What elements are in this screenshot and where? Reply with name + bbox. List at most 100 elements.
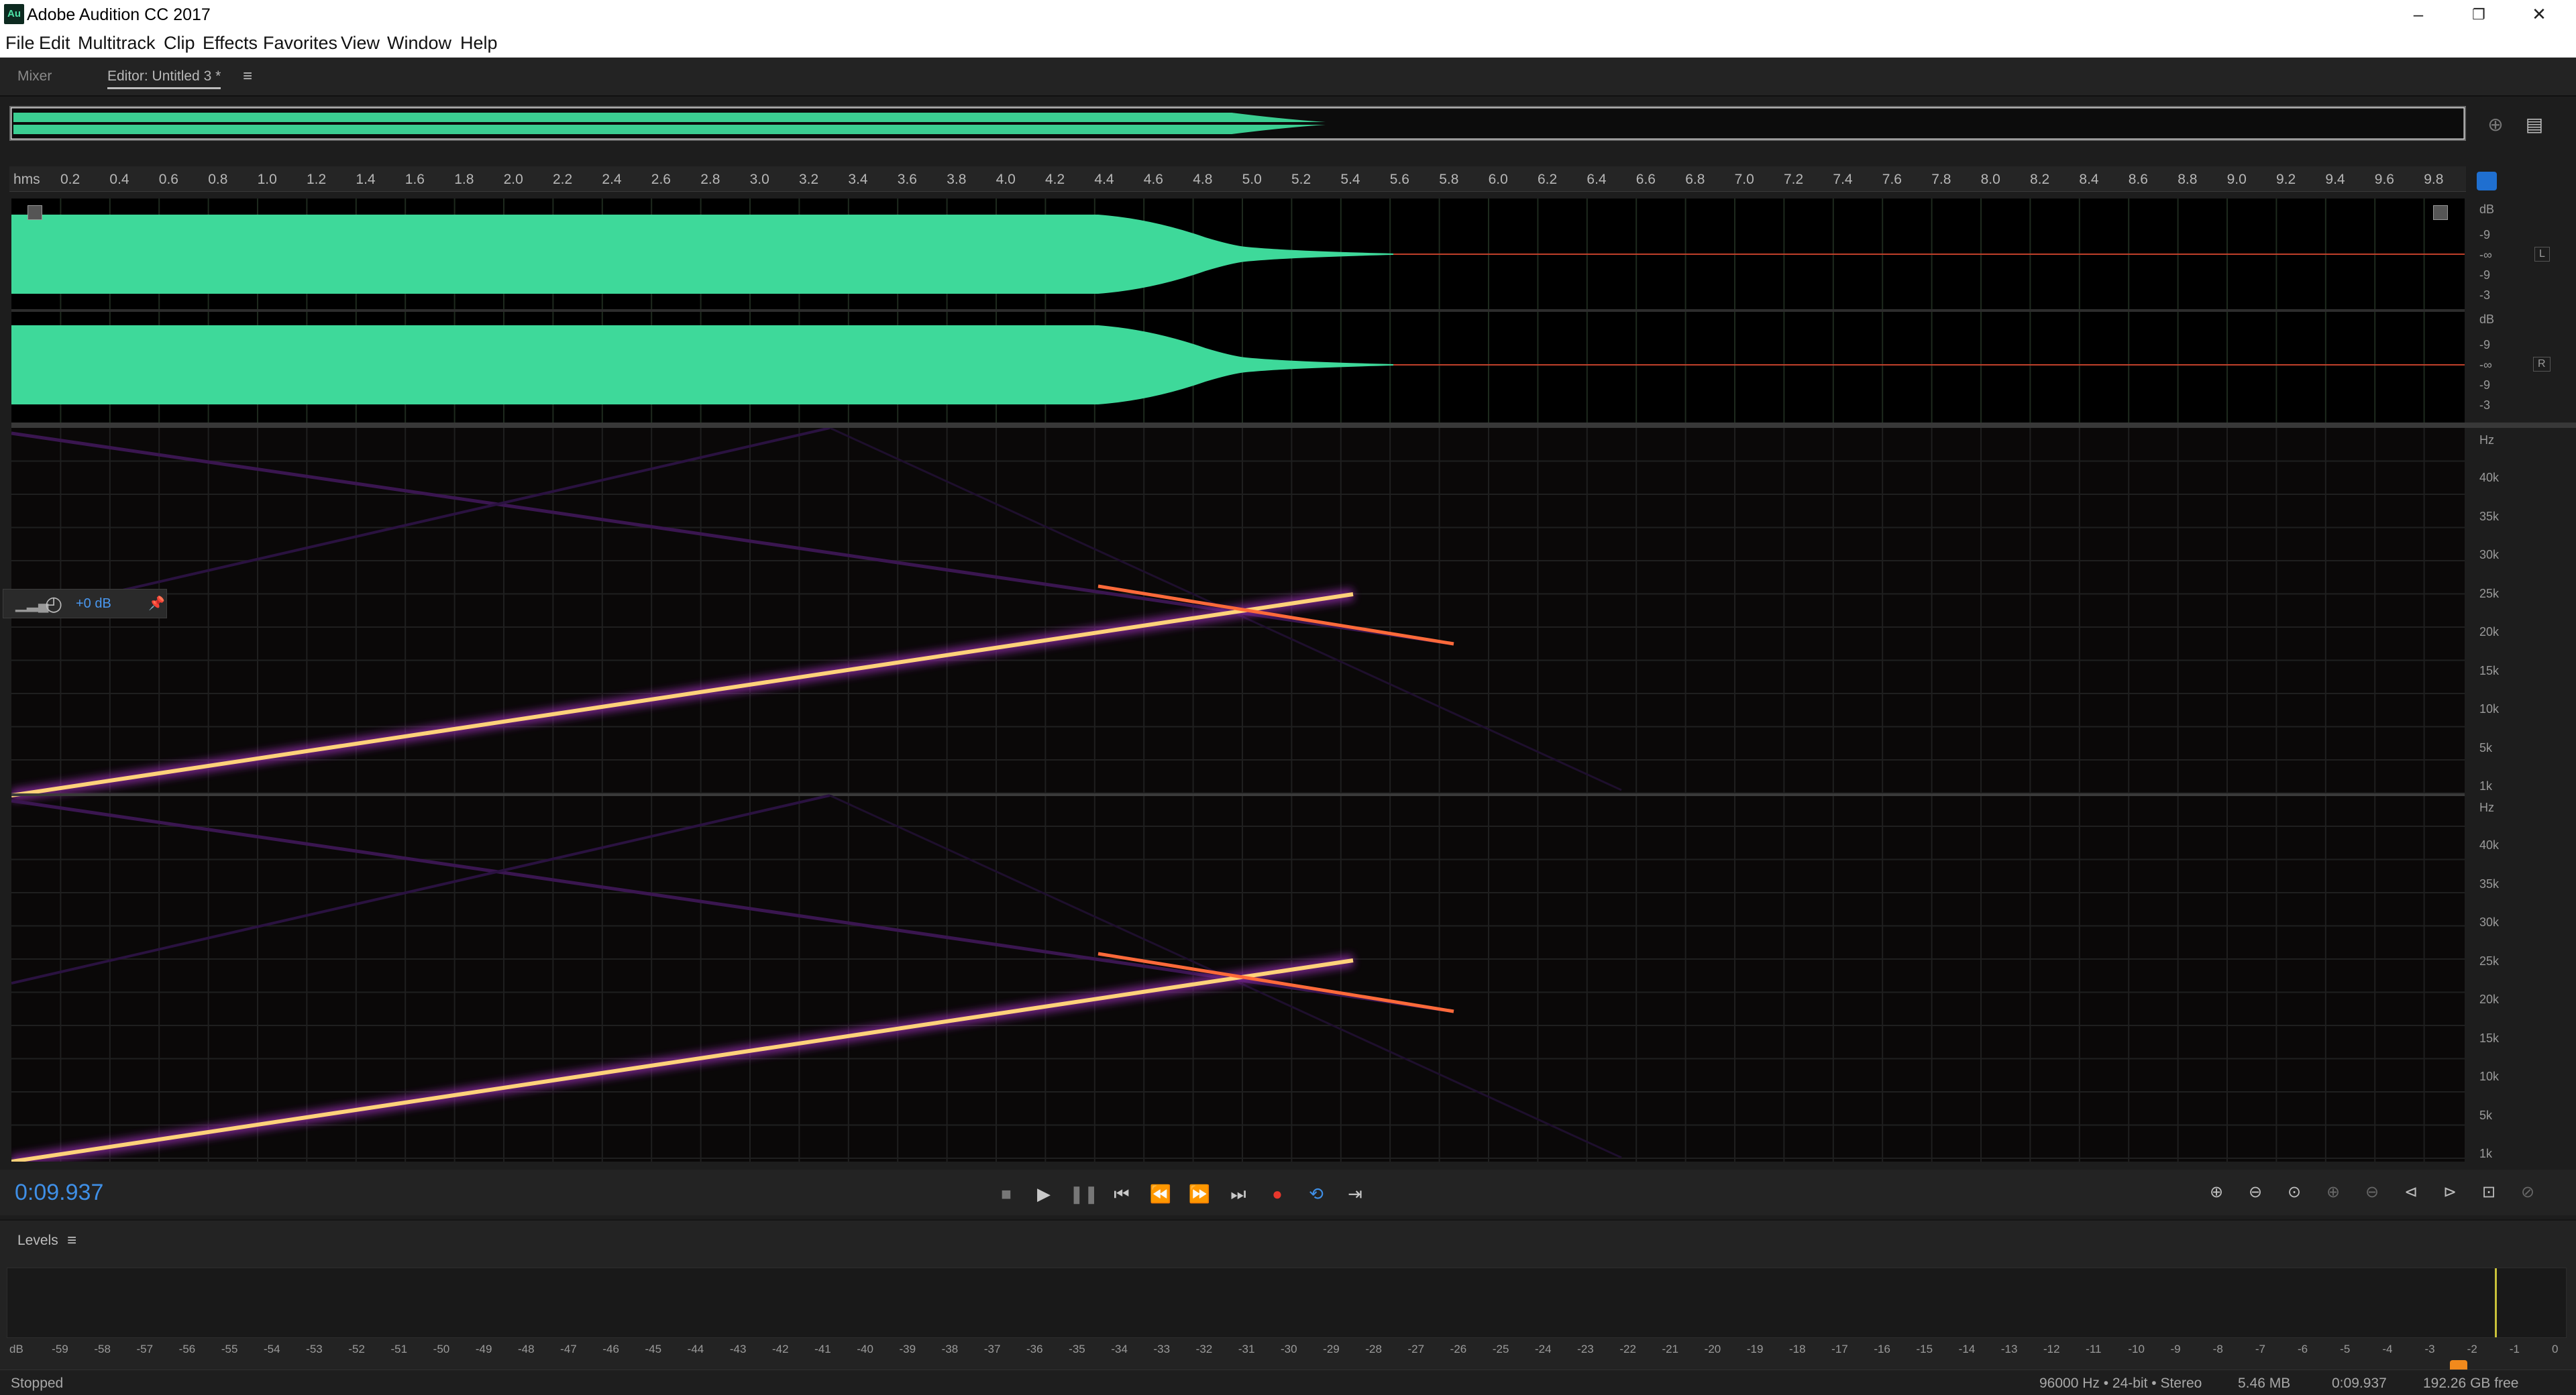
zoom-reset-icon[interactable]: ⊙ <box>2278 1179 2310 1206</box>
level-scale-label: 0 <box>2552 1343 2559 1355</box>
play-icon[interactable]: ▶ <box>1030 1180 1057 1207</box>
menu-view[interactable]: View <box>341 32 380 54</box>
next-icon[interactable]: ⏭ <box>1225 1180 1252 1207</box>
menu-window[interactable]: Window <box>387 32 451 54</box>
ruler-tick-label: 6.8 <box>1685 172 1705 187</box>
ruler-tick-label: 0.4 <box>109 172 129 187</box>
ruler-tick-label: 7.0 <box>1734 172 1754 187</box>
menu-help[interactable]: Help <box>460 32 498 54</box>
level-scale-label: -55 <box>221 1343 238 1355</box>
pin-icon[interactable]: 📌 <box>148 595 165 612</box>
pause-icon[interactable]: ❚❚ <box>1069 1180 1099 1207</box>
left-channel-toggle[interactable]: L <box>2534 247 2550 262</box>
db-unit-bottom: dB <box>2479 313 2495 326</box>
ruler-tick-label: 6.0 <box>1488 172 1508 187</box>
tab-mixer[interactable]: Mixer <box>17 66 52 87</box>
skip-selection-icon[interactable]: ⇥ <box>1342 1180 1368 1207</box>
ruler-tick-label: 3.6 <box>897 172 917 187</box>
panel-options-icon[interactable]: ▤ <box>2521 111 2548 138</box>
ruler-tick-label: 6.6 <box>1635 172 1656 187</box>
level-scale-label: -50 <box>433 1343 450 1355</box>
zoom-out-time-icon[interactable]: ⊖ <box>2356 1179 2388 1206</box>
level-scale-label: -11 <box>2086 1343 2102 1355</box>
zoom-out-amplitude-icon[interactable]: ⊖ <box>2239 1179 2271 1206</box>
level-scale-label: -56 <box>178 1343 196 1355</box>
zoom-overview-icon[interactable]: ⊕ <box>2482 111 2509 138</box>
menu-edit[interactable]: Edit <box>39 32 70 54</box>
level-scale-label: -9 <box>2170 1343 2181 1355</box>
maximize-button[interactable]: ❐ <box>2449 0 2509 29</box>
levels-title: Levels <box>17 1233 58 1248</box>
stop-icon[interactable]: ■ <box>993 1180 1020 1207</box>
ruler-tick-label: 1.6 <box>405 172 425 187</box>
ruler-tick-label: 2.4 <box>602 172 622 187</box>
tab-editor[interactable]: Editor: Untitled 3 * <box>107 66 221 89</box>
menu-file[interactable]: File <box>5 32 35 54</box>
menu-effects[interactable]: Effects <box>203 32 258 54</box>
level-scale-label: -2 <box>2467 1343 2477 1355</box>
fast-forward-icon[interactable]: ⏩ <box>1186 1180 1213 1207</box>
db-label: -9 <box>2479 378 2491 392</box>
amplitude-scale[interactable]: dB -9 -∞ -9 -3 L dB -9 -∞ -9 -3 R <box>2466 199 2576 423</box>
window-title: Adobe Audition CC 2017 <box>27 5 211 24</box>
level-scale-label: -17 <box>1831 1343 1848 1355</box>
rewind-icon[interactable]: ⏪ <box>1147 1180 1174 1207</box>
previous-icon[interactable]: ⏮ <box>1108 1180 1135 1207</box>
level-scale-label: -34 <box>1111 1343 1128 1355</box>
overview-waveform <box>11 107 2465 140</box>
levels-menu-icon[interactable]: ≡ <box>67 1231 76 1250</box>
meter-icon: ▁▂▄ <box>15 595 49 612</box>
lock-time-icon[interactable] <box>2477 172 2497 190</box>
loop-icon[interactable]: ⟲ <box>1303 1180 1330 1207</box>
volume-knob-icon[interactable]: ◴ <box>45 592 62 616</box>
hz-label: 5k <box>2479 740 2493 755</box>
level-scale-label: -57 <box>136 1343 154 1355</box>
gain-value[interactable]: +0 dB <box>76 596 111 612</box>
fade-out-handle[interactable] <box>2433 205 2448 220</box>
db-label: -9 <box>2479 338 2491 351</box>
ruler-tick-label: 8.4 <box>2079 172 2099 187</box>
level-meter <box>7 1268 2567 1338</box>
hz-label: 1k <box>2479 1147 2493 1160</box>
level-scale-label: dB <box>9 1343 23 1355</box>
level-scale-label: -52 <box>348 1343 365 1355</box>
peak-indicator <box>2495 1268 2497 1337</box>
gain-hud[interactable]: ▁▂▄ ◴ +0 dB 📌 <box>3 589 167 618</box>
right-channel-toggle[interactable]: R <box>2533 357 2551 372</box>
hz-label: 20k <box>2479 993 2500 1006</box>
minimize-button[interactable]: – <box>2388 0 2449 29</box>
zoom-out-full-icon[interactable]: ⊘ <box>2512 1179 2544 1206</box>
zoom-in-amplitude-icon[interactable]: ⊕ <box>2200 1179 2233 1206</box>
record-icon[interactable]: ● <box>1264 1180 1291 1207</box>
status-bar: Stopped 96000 Hz • 24-bit • Stereo 5.46 … <box>0 1370 2576 1395</box>
zoom-in-time-icon[interactable]: ⊕ <box>2317 1179 2349 1206</box>
ruler-tick-label: 8.0 <box>1980 172 2000 187</box>
ruler-tick-label: 5.8 <box>1439 172 1459 187</box>
level-scale-label: -47 <box>560 1343 577 1355</box>
level-scale-label: -45 <box>645 1343 662 1355</box>
fade-in-handle[interactable] <box>28 205 42 220</box>
audio-format: 96000 Hz • 24-bit • Stereo <box>2039 1376 2202 1391</box>
waveform-overview[interactable] <box>9 106 2466 141</box>
menu-multitrack[interactable]: Multitrack <box>78 32 156 54</box>
close-button[interactable]: ✕ <box>2509 0 2569 29</box>
view-splitter[interactable] <box>11 423 2576 428</box>
spectral-frequency-display[interactable] <box>10 427 2474 1168</box>
menu-clip[interactable]: Clip <box>164 32 195 54</box>
current-time[interactable]: 0:09.937 <box>15 1178 103 1207</box>
time-ruler[interactable]: hms 0.2 0.4 0.6 0.8 1.0 1.2 1.4 1.6 1.8 2.0 2.2 2.4… <box>9 166 2466 192</box>
level-scale-label: -24 <box>1535 1343 1552 1355</box>
hz-label: 5k <box>2479 1108 2493 1122</box>
spectrum-upper <box>10 427 1622 801</box>
level-scale-label: -59 <box>52 1343 68 1355</box>
panel-menu-icon[interactable]: ≡ <box>243 66 252 87</box>
ruler-tick-label: 6.4 <box>1587 172 1607 187</box>
zoom-selection-icon[interactable]: ⊡ <box>2473 1179 2505 1206</box>
zoom-in-left-icon[interactable]: ⊲ <box>2395 1179 2427 1206</box>
ruler-tick-label: 5.4 <box>1340 172 1360 187</box>
ruler-tick-label: 1.0 <box>257 172 277 187</box>
level-scale-label: -7 <box>2255 1343 2265 1355</box>
frequency-scale[interactable]: Hz 40k 35k 30k 25k 20k 15k 10k 5k 1k Hz 40k 35k 30k 2… <box>2466 428 2576 1162</box>
menu-favorites[interactable]: Favorites <box>263 32 337 54</box>
zoom-in-right-icon[interactable]: ⊳ <box>2434 1179 2466 1206</box>
